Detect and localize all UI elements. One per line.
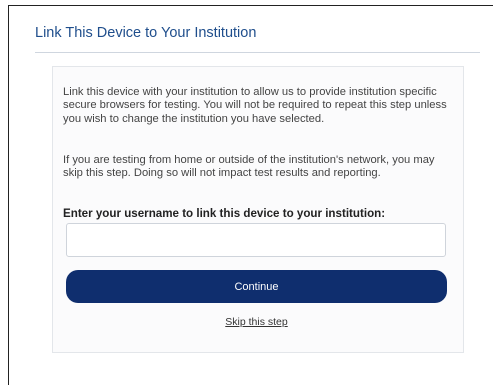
continue-button[interactable]: Continue (66, 270, 447, 303)
skip-this-step-link[interactable]: Skip this step (0, 316, 493, 328)
skip-info-paragraph: If you are testing from home or outside … (63, 154, 435, 180)
username-input[interactable] (66, 223, 446, 257)
intro-paragraph: Link this device with your institution t… (63, 86, 447, 125)
title-divider (35, 52, 480, 53)
page-title: Link This Device to Your Institution (35, 25, 257, 41)
username-prompt-label: Enter your username to link this device … (63, 207, 386, 220)
